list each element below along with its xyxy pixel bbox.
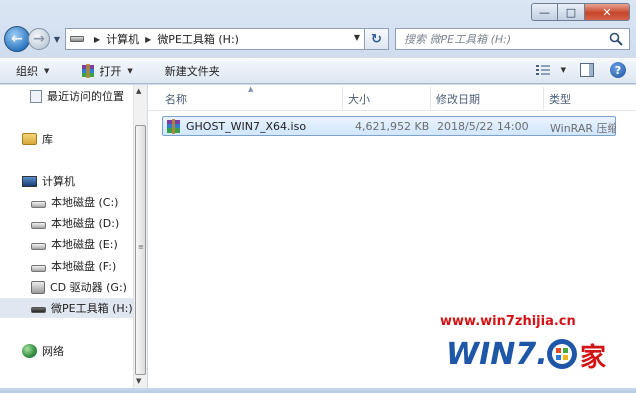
breadcrumb-current-drive[interactable]: 微PE工具箱 (H:) [157, 31, 239, 47]
navigation-pane: 最近访问的位置 库 计算机 本地磁盘 (C:) 本地磁盘 (D:) 本地磁盘 (… [0, 85, 147, 388]
win7-home-logo: WIN7. 家 [446, 337, 606, 373]
nav-item-cd-drive[interactable]: CD 驱动器 (G:) [31, 277, 127, 297]
column-type[interactable]: 类型 [549, 91, 571, 107]
recent-places-icon [30, 89, 42, 103]
change-view-icon[interactable] [535, 63, 551, 77]
nav-item-pe-toolbox[interactable]: 微PE工具箱 (H:) [0, 298, 133, 318]
navigation-bar: ← → ▼ ▶ 计算机 ▶ 微PE工具箱 (H:) ▼ ↻ 搜索 微PE工具箱 … [4, 26, 630, 52]
forward-button[interactable]: → [28, 28, 50, 50]
drive-icon [31, 242, 46, 250]
chevron-right-icon[interactable]: ▶ [94, 35, 100, 44]
caption-buttons: — □ ✕ [531, 3, 630, 21]
nav-item-label: 最近访问的位置 [47, 90, 124, 103]
window-bottom-border [0, 388, 636, 393]
svg-text:WIN7.: WIN7. [446, 337, 548, 372]
organize-menu[interactable]: 组织 ▼ [10, 61, 55, 81]
computer-icon [22, 175, 37, 187]
address-dropdown-icon[interactable]: ▼ [354, 33, 360, 42]
scroll-down-icon[interactable]: ▼ [136, 377, 141, 385]
file-modified: 2018/5/22 14:00 [437, 120, 529, 133]
drive-icon [70, 36, 84, 42]
nav-scrollbar[interactable]: ▲ ≡ ▼ [133, 85, 147, 388]
nav-item-label: 网络 [42, 345, 64, 358]
column-divider[interactable] [342, 87, 343, 109]
open-menu[interactable]: 打开 ▼ [75, 61, 138, 81]
nav-item-libraries[interactable]: 库 [22, 129, 53, 149]
nav-item-label: 本地磁盘 (F:) [51, 260, 117, 273]
nav-item-label: 微PE工具箱 (H:) [51, 302, 133, 315]
recent-pages-dropdown[interactable]: ▼ [51, 35, 63, 44]
winrar-archive-icon [167, 118, 180, 134]
nav-item-label: 本地磁盘 (D:) [51, 217, 120, 230]
nav-item-label: 本地磁盘 (C:) [51, 196, 119, 209]
open-label: 打开 [99, 65, 122, 78]
watermark-url: www.win7zhijia.cn [440, 314, 576, 329]
minimize-icon: — [539, 5, 550, 19]
command-bar: 组织 ▼ 打开 ▼ 新建文件夹 ▼ ? [0, 58, 636, 84]
column-size[interactable]: 大小 [348, 91, 370, 107]
maximize-icon: □ [565, 5, 577, 19]
column-divider[interactable] [430, 87, 431, 109]
column-modified[interactable]: 修改日期 [436, 91, 480, 107]
drive-icon [31, 264, 46, 272]
organize-label: 组织 [16, 65, 38, 78]
winrar-icon [82, 64, 95, 78]
cd-drive-icon [31, 280, 45, 294]
nav-item-drive-d[interactable]: 本地磁盘 (D:) [31, 213, 119, 233]
nav-item-label: 计算机 [42, 175, 75, 188]
scrollbar-thumb[interactable]: ≡ [135, 125, 146, 375]
scroll-up-icon[interactable]: ▲ [136, 87, 141, 95]
address-bar[interactable]: ▶ 计算机 ▶ 微PE工具箱 (H:) ▼ [65, 28, 365, 50]
system-drive-icon [31, 200, 46, 208]
usb-drive-icon [31, 307, 46, 313]
drive-icon [31, 221, 46, 229]
maximize-button[interactable]: □ [558, 3, 585, 21]
preview-pane-icon[interactable] [580, 63, 594, 77]
back-button[interactable]: ← [4, 26, 30, 52]
refresh-button[interactable]: ↻ [365, 28, 389, 50]
chevron-down-icon: ▼ [127, 67, 133, 75]
nav-item-drive-c[interactable]: 本地磁盘 (C:) [31, 192, 118, 212]
column-name[interactable]: 名称 [165, 91, 187, 107]
sort-ascending-icon: ▲ [248, 85, 254, 93]
forward-arrow-icon: → [33, 31, 45, 47]
nav-item-label: CD 驱动器 (G:) [50, 281, 127, 294]
close-button[interactable]: ✕ [585, 3, 630, 21]
search-input[interactable]: 搜索 微PE工具箱 (H:) [395, 28, 630, 50]
search-icon[interactable] [609, 32, 623, 46]
file-name: GHOST_WIN7_X64.iso [186, 120, 307, 133]
view-options-dropdown-icon[interactable]: ▼ [561, 66, 566, 74]
close-icon: ✕ [602, 5, 612, 19]
nav-item-computer[interactable]: 计算机 [22, 171, 75, 191]
back-arrow-icon: ← [11, 31, 23, 47]
chevron-down-icon: ▼ [44, 67, 50, 75]
chevron-right-icon[interactable]: ▶ [145, 35, 151, 44]
column-header-row: ▲ 名称 大小 修改日期 类型 [148, 85, 636, 111]
refresh-icon: ↻ [371, 31, 382, 47]
file-size: 4,621,952 KB [355, 120, 430, 133]
grip-icon: ≡ [138, 243, 144, 251]
nav-item-label: 本地磁盘 (E:) [51, 238, 118, 251]
breadcrumb-computer[interactable]: 计算机 [106, 31, 139, 47]
svg-text:家: 家 [580, 342, 606, 373]
library-icon [22, 133, 37, 145]
search-placeholder: 搜索 微PE工具箱 (H:) [404, 33, 512, 46]
minimize-button[interactable]: — [531, 3, 558, 21]
nav-item-drive-e[interactable]: 本地磁盘 (E:) [31, 234, 118, 254]
column-divider[interactable] [543, 87, 544, 109]
explorer-window: — □ ✕ ← → ▼ ▶ 计算机 ▶ 微PE工具箱 (H:) ▼ ↻ 搜索 微… [0, 0, 636, 393]
new-folder-label: 新建文件夹 [164, 65, 220, 78]
network-icon [22, 344, 37, 358]
nav-item-network[interactable]: 网络 [22, 341, 64, 361]
help-icon[interactable]: ? [610, 62, 626, 78]
nav-item-drive-f[interactable]: 本地磁盘 (F:) [31, 256, 116, 276]
new-folder-button[interactable]: 新建文件夹 [159, 61, 226, 81]
nav-item-recent-places[interactable]: 最近访问的位置 [30, 86, 124, 106]
file-row[interactable]: GHOST_WIN7_X64.iso 4,621,952 KB 2018/5/2… [162, 116, 616, 136]
nav-item-label: 库 [42, 133, 53, 146]
file-type: WinRAR 压缩文件 [550, 122, 616, 135]
